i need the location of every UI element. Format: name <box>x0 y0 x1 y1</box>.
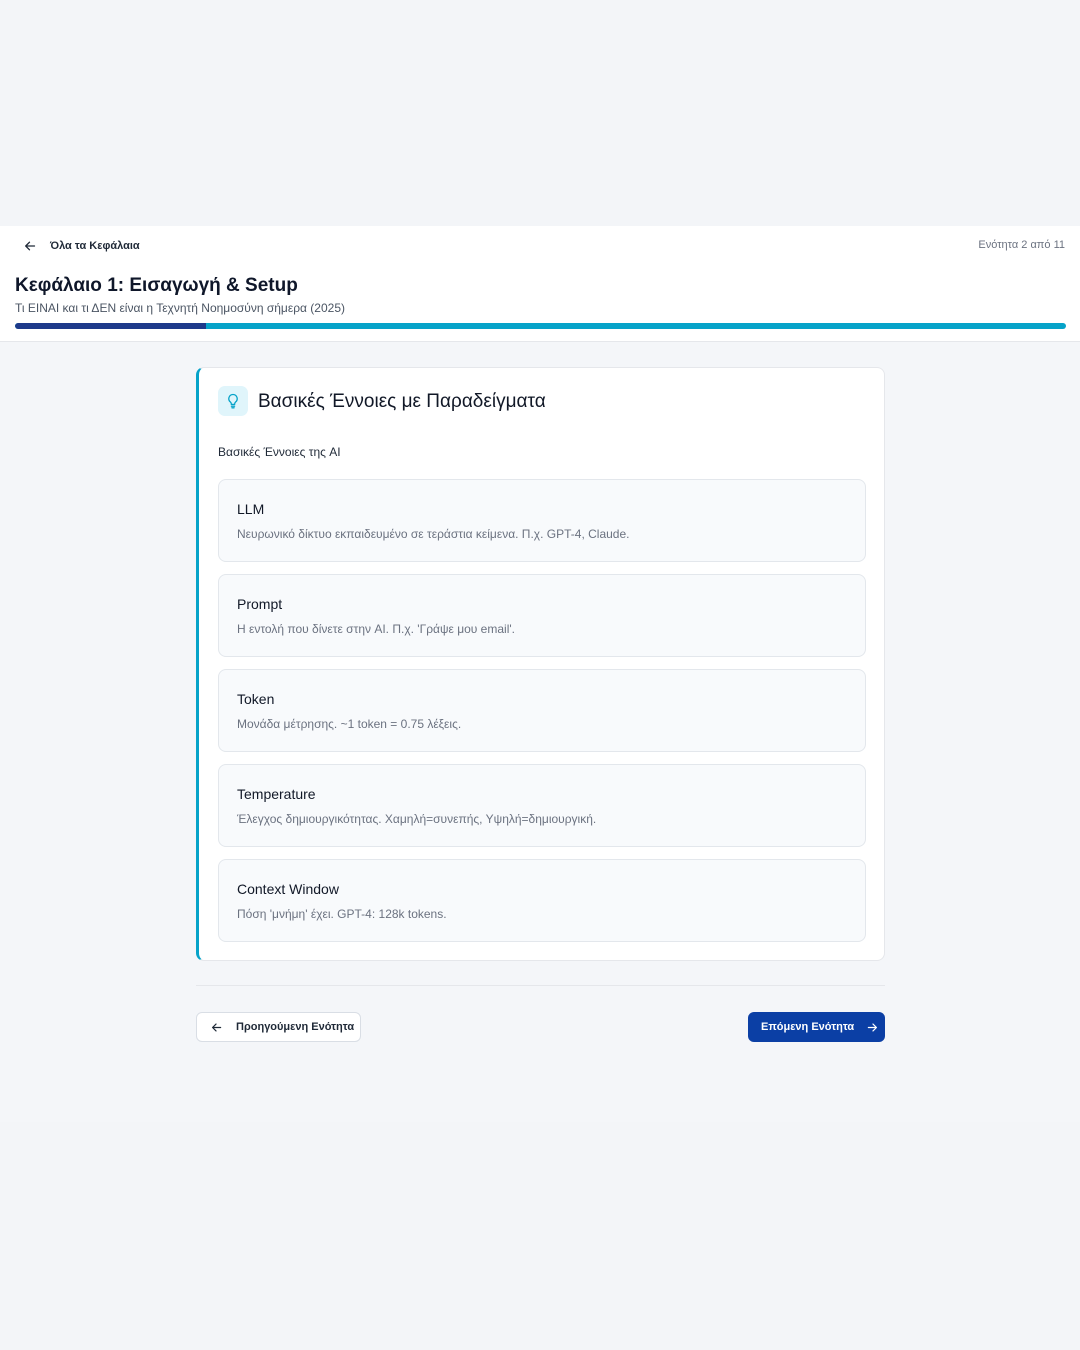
concept-item-llm: LLM Νευρωνικό δίκτυο εκπαιδευμένο σε τερ… <box>218 479 866 562</box>
chapter-progress-bar <box>15 323 1066 329</box>
previous-section-button[interactable]: Προηγούμενη Ενότητα <box>196 1012 361 1042</box>
chapter-progress-fill <box>15 323 207 329</box>
concept-description: Έλεγχος δημιουργικότητας. Χαμηλή=συνεπής… <box>237 812 597 826</box>
previous-section-label: Προηγούμενη Ενότητα <box>236 1021 355 1033</box>
app-container: Όλα τα Κεφάλαια Ενότητα 2 από 11 Κεφάλαι… <box>0 226 1080 1122</box>
all-chapters-label: Όλα τα Κεφάλαια <box>50 240 140 252</box>
arrow-right-icon <box>867 1022 878 1032</box>
lightbulb-icon <box>218 386 248 416</box>
concept-item-token: Token Μονάδα μέτρησης. ~1 token = 0.75 λ… <box>218 669 866 752</box>
all-chapters-link[interactable]: Όλα τα Κεφάλαια <box>24 235 140 257</box>
next-section-label: Επόμενη Ενότητα <box>761 1021 855 1033</box>
next-section-button[interactable]: Επόμενη Ενότητα <box>748 1012 885 1042</box>
concept-description: Νευρωνικό δίκτυο εκπαιδευμένο σε τεράστι… <box>237 527 630 541</box>
card-intro: Βασικές Έννοιες της AI <box>218 445 341 459</box>
chapter-title: Κεφάλαιο 1: Εισαγωγή & Setup <box>15 275 298 296</box>
arrow-left-icon <box>211 1022 222 1032</box>
section-counter: Ενότητα 2 από 11 <box>978 239 1065 251</box>
concept-name: Prompt <box>237 596 283 612</box>
concept-item-temperature: Temperature Έλεγχος δημιουργικότητας. Χα… <box>218 764 866 847</box>
nav-divider <box>196 985 885 986</box>
concept-item-prompt: Prompt Η εντολή που δίνετε στην AI. Π.χ.… <box>218 574 866 657</box>
concept-list: LLM Νευρωνικό δίκτυο εκπαιδευμένο σε τερ… <box>218 479 866 954</box>
concept-item-context-window: Context Window Πόση 'μνήμη' έχει. GPT-4:… <box>218 859 866 942</box>
concept-name: Token <box>237 691 275 707</box>
chapter-subtitle: Τι ΕΙΝΑΙ και τι ΔΕΝ είναι η Τεχνητή Νοημ… <box>15 301 345 315</box>
chapter-header: Όλα τα Κεφάλαια Ενότητα 2 από 11 Κεφάλαι… <box>0 226 1080 342</box>
card-title: Βασικές Έννοιες με Παραδείγματα <box>258 391 546 412</box>
concept-name: LLM <box>237 501 265 517</box>
concept-description: Πόση 'μνήμη' έχει. GPT-4: 128k tokens. <box>237 907 447 921</box>
arrow-left-icon <box>25 241 36 251</box>
concept-description: Η εντολή που δίνετε στην AI. Π.χ. 'Γράψε… <box>237 622 515 636</box>
concept-name: Context Window <box>237 881 339 897</box>
concept-name: Temperature <box>237 786 316 802</box>
concept-description: Μονάδα μέτρησης. ~1 token = 0.75 λέξεις. <box>237 717 462 731</box>
concepts-card: Βασικές Έννοιες με Παραδείγματα Βασικές … <box>196 367 885 961</box>
